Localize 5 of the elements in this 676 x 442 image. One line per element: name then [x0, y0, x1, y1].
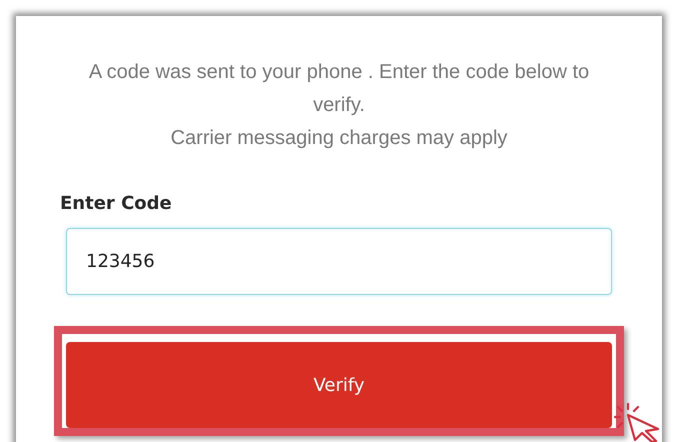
instruction-text: A code was sent to your phone . Enter the code below to verify. [88, 60, 590, 118]
code-input-field[interactable]: 123456 [66, 228, 612, 295]
verify-button[interactable]: Verify [66, 342, 612, 428]
code-label: Enter Code [60, 193, 172, 214]
charges-note: Carrier messaging charges may apply [170, 126, 508, 151]
